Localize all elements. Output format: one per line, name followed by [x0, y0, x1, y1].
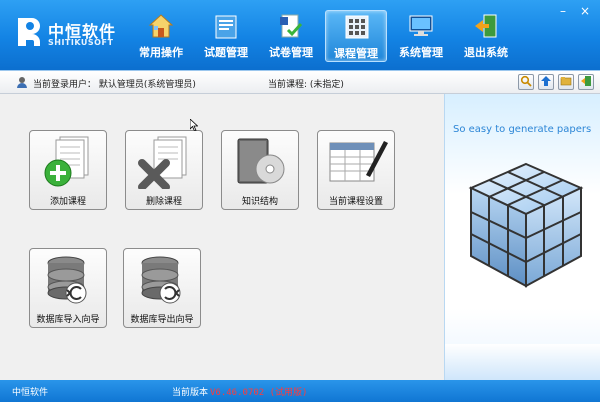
add-course-button[interactable]: 添加课程	[29, 130, 107, 210]
tile-label: 添加课程	[49, 197, 86, 207]
menu-label: 系统管理	[399, 46, 443, 59]
current-user-text: 当前登录用户： 默认管理员(系统管理员)	[33, 80, 196, 90]
folder-button[interactable]	[558, 74, 574, 90]
database-export-icon	[141, 256, 181, 304]
window-controls: – ×	[552, 4, 596, 20]
status-company: 中恒软件	[12, 388, 49, 398]
upload-button[interactable]	[538, 74, 554, 90]
home-icon	[148, 14, 174, 38]
tile-label: 数据库导出向导	[130, 315, 194, 325]
delete-course-button[interactable]: 删除课程	[125, 130, 203, 210]
exam-paper-icon	[280, 14, 303, 38]
user-icon	[17, 77, 27, 88]
status-bar: 中恒软件 当前版本 V6.46.0702 (试用版)	[0, 380, 600, 402]
menu-label: 课程管理	[334, 47, 378, 60]
tile-label: 当前课程设置	[328, 197, 383, 207]
logo-subtext: SHITIKUSOFT	[48, 38, 114, 47]
knowledge-structure-button[interactable]: 知识结构	[221, 130, 299, 210]
delete-course-icon	[138, 136, 187, 189]
logout-button[interactable]	[578, 74, 594, 90]
database-export-wizard-button[interactable]: 数据库导出向导	[123, 248, 201, 328]
current-course-settings-icon	[329, 141, 388, 182]
status-version-label: 当前版本	[172, 388, 209, 398]
promo-banner: So easy to generate papers	[444, 94, 600, 380]
menu-label: 试题管理	[204, 46, 248, 59]
current-course-text: 当前课程: (未指定)	[268, 80, 344, 90]
tile-label: 数据库导入向导	[36, 315, 100, 325]
menu-question-management[interactable]: 试题管理	[195, 10, 257, 62]
logo-mark-icon	[18, 18, 40, 46]
tile-label: 知识结构	[241, 197, 278, 207]
tile-label: 删除课程	[145, 197, 182, 207]
menu-label: 试卷管理	[269, 46, 313, 59]
knowledge-structure-icon	[237, 138, 285, 184]
menu-exit-system[interactable]: 退出系统	[455, 10, 517, 62]
database-import-wizard-button[interactable]: 数据库导入向导	[29, 248, 107, 328]
search-icon	[520, 75, 532, 87]
menu-paper-management[interactable]: 试卷管理	[260, 10, 322, 62]
exit-icon	[581, 76, 591, 86]
add-course-icon	[44, 136, 89, 187]
system-settings-icon	[409, 15, 433, 36]
status-version: V6.46.0702 (试用版)	[210, 388, 308, 398]
current-course-settings-button[interactable]: 当前课程设置	[317, 130, 395, 210]
rubiks-cube-illustration	[468, 162, 584, 288]
banner-floor	[445, 344, 600, 380]
menu-label: 常用操作	[139, 46, 183, 59]
minimize-button[interactable]: –	[552, 4, 574, 20]
banner-slogan: So easy to generate papers	[453, 124, 592, 135]
course-icon	[345, 15, 369, 39]
close-button[interactable]: ×	[574, 4, 596, 20]
database-import-icon	[47, 256, 87, 304]
mouse-cursor-icon	[190, 119, 198, 131]
toolbar	[514, 74, 594, 90]
info-bar: 当前登录用户： 默认管理员(系统管理员) 当前课程: (未指定)	[0, 70, 600, 94]
top-banner: 中恒软件 SHITIKUSOFT 常用操作 试题管理 试卷管理 课程管理 系统管…	[0, 0, 600, 70]
upload-icon	[541, 76, 551, 86]
exit-icon	[475, 14, 497, 38]
question-bank-icon	[215, 15, 237, 39]
folder-icon	[560, 77, 572, 86]
menu-common-operations[interactable]: 常用操作	[130, 10, 192, 62]
menu-course-management[interactable]: 课程管理	[325, 10, 387, 62]
menu-system-management[interactable]: 系统管理	[390, 10, 452, 62]
search-button[interactable]	[518, 74, 534, 90]
app-logo: 中恒软件 SHITIKUSOFT	[8, 10, 128, 54]
main-menu: 常用操作 试题管理 试卷管理 课程管理 系统管理 退出系统	[130, 10, 520, 66]
main-panel: 添加课程 删除课程 知识结构 当前课程设置 数据库导入向导 数据库导出向导	[0, 94, 444, 380]
menu-label: 退出系统	[464, 46, 508, 59]
